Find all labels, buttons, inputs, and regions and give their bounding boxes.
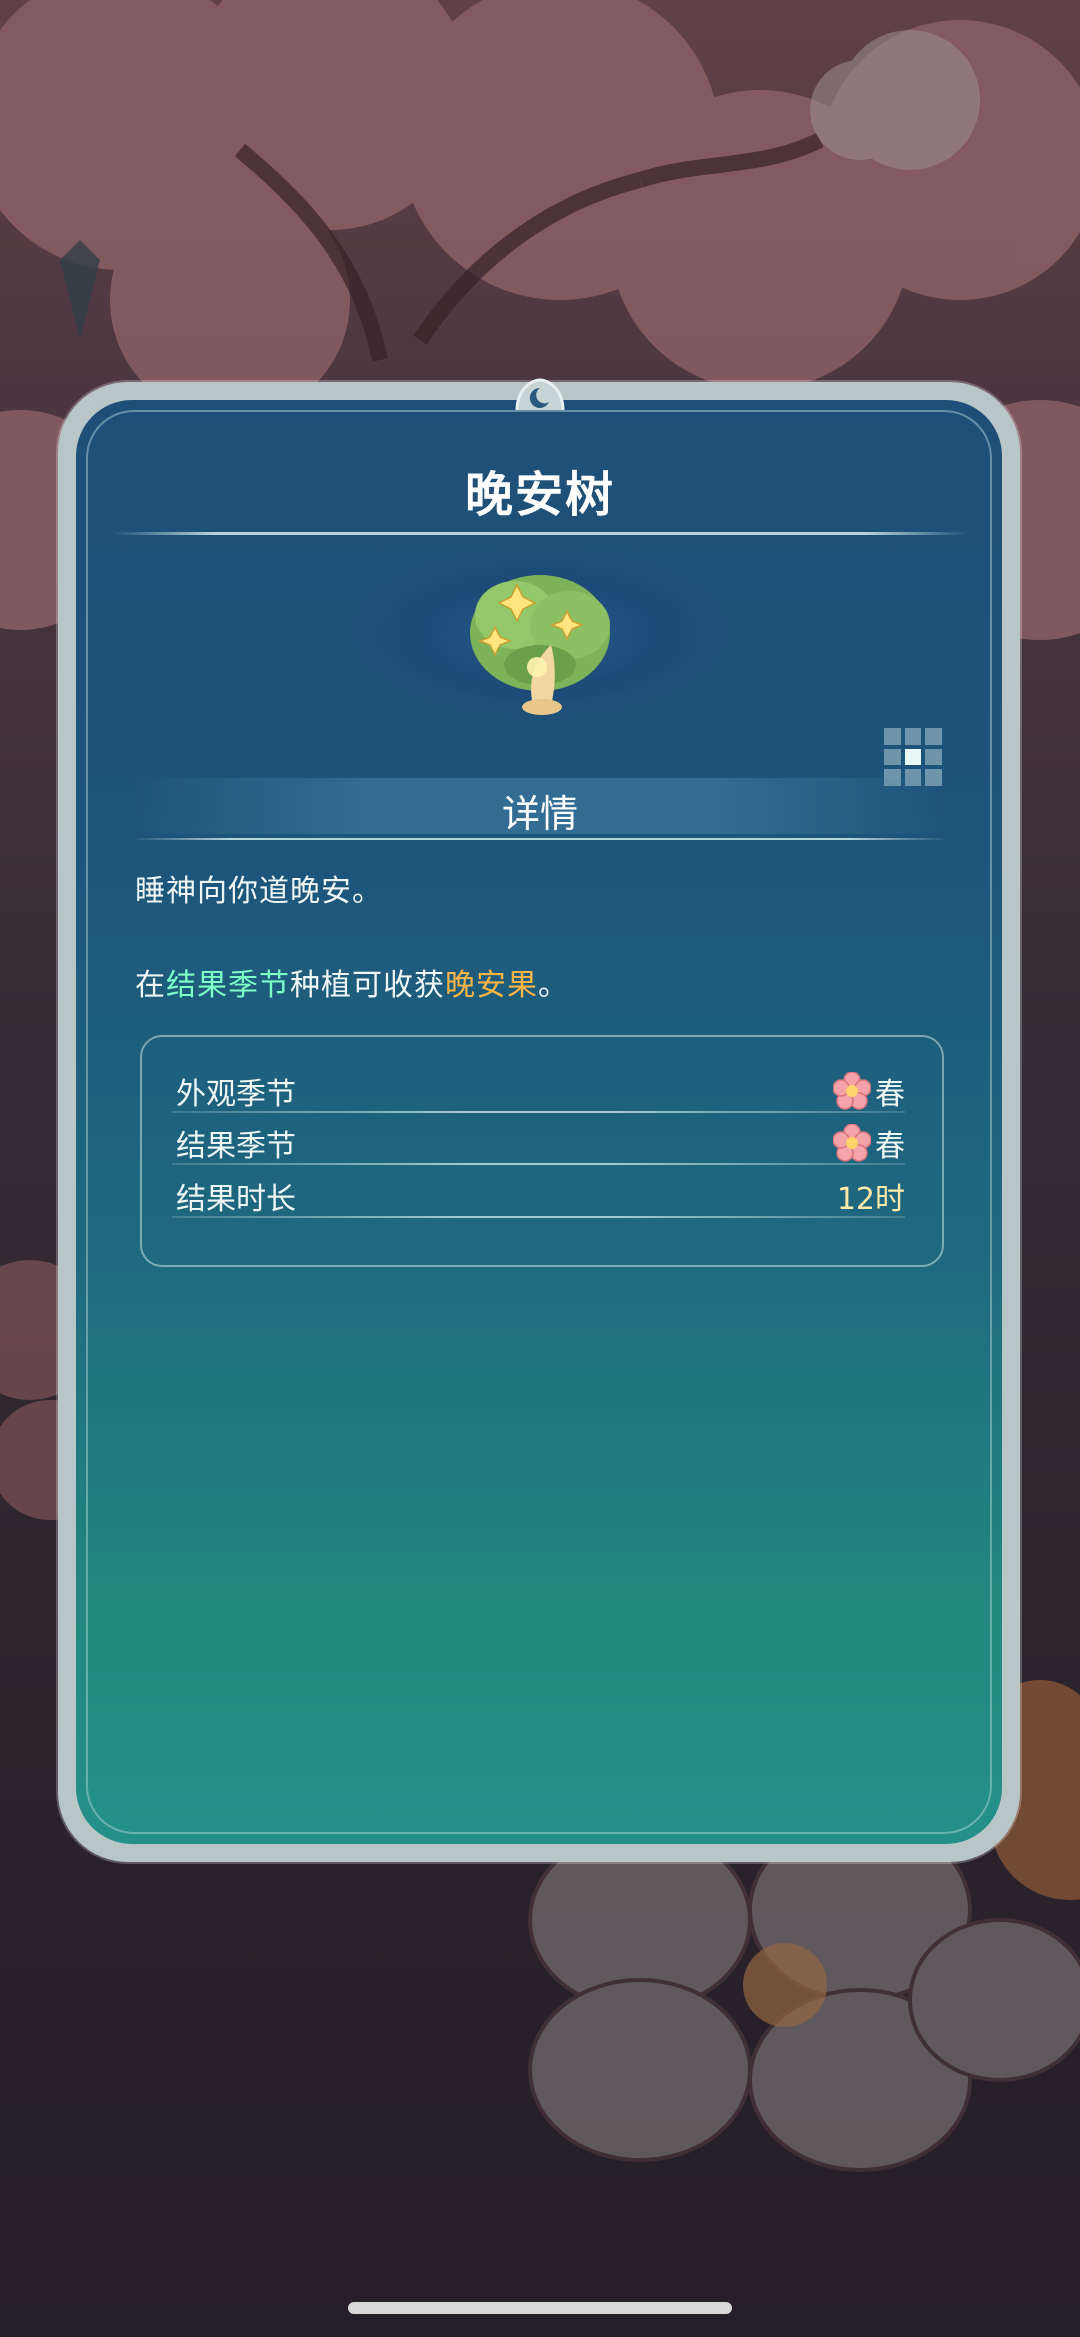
page-title: 晚安树 (464, 467, 615, 523)
description-text: 睡神向你道晚安。 (135, 874, 383, 909)
cherry-blossom-icon (833, 1072, 871, 1110)
stat-row-fruit-duration: 结果时长 12时 (172, 1168, 905, 1218)
stat-row-appearance-season: 外观季节 春 (172, 1063, 905, 1113)
goodnight-tree-icon (470, 575, 610, 715)
fruit-season-highlight: 结果季节 (166, 968, 290, 1003)
stat-row-fruit-season: 结果季节 春 (172, 1115, 905, 1165)
harvest-hint-prefix: 在 (135, 968, 166, 1003)
stat-value: 春 (875, 1077, 905, 1112)
moon-crest-icon (515, 378, 565, 411)
stat-label: 结果时长 (176, 1182, 296, 1217)
stat-label: 结果季节 (176, 1129, 296, 1164)
stat-value: 春 (875, 1129, 905, 1164)
section-divider (132, 838, 948, 840)
section-title: 详情 (501, 792, 578, 836)
harvest-hint-suffix: 。 (538, 968, 569, 1003)
harvest-hint: 在结果季节种植可收获晚安果。 (135, 960, 569, 1004)
fruit-name-highlight: 晚安果 (445, 968, 538, 1003)
harvest-hint-middle: 种植可收获 (290, 968, 445, 1003)
stat-label: 外观季节 (176, 1077, 296, 1112)
cherry-blossom-icon (833, 1124, 871, 1162)
title-divider (112, 532, 968, 535)
home-indicator[interactable] (348, 2302, 732, 2314)
stat-value: 12时 (836, 1182, 905, 1217)
